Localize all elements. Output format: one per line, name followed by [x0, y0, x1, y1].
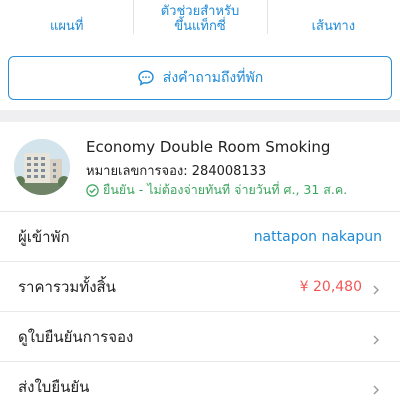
- room-name: Economy Double Room Smoking: [86, 138, 331, 156]
- total-price-value: ¥ 20,480: [299, 278, 362, 295]
- map-action-label: แผนที่: [49, 19, 84, 34]
- section-divider: [0, 110, 400, 122]
- top-actions-bar: แผนที่ ตัวช่วยสำหรับ ขึ้นแท็กซี่ เส้นทาง: [0, 0, 400, 44]
- booking-number: หมายเลขการจอง: 284008133: [86, 164, 267, 179]
- view-confirmation-row[interactable]: ดูใบยืนยันการจอง: [0, 312, 400, 362]
- chevron-right-icon: [370, 281, 382, 294]
- confirmation-status: ยืนยัน - ไม่ต้องจ่ายทันที จ่ายวันที่ ศ.,…: [86, 180, 347, 200]
- guest-name[interactable]: nattapon nakapun: [254, 229, 382, 245]
- confirmation-text: ยืนยัน - ไม่ต้องจ่ายทันที จ่ายวันที่ ศ.,…: [103, 182, 348, 197]
- send-confirmation-label: ส่งใบยืนยัน: [18, 377, 90, 396]
- ask-property-button[interactable]: ส่งคำถามถึงที่พัก: [8, 56, 392, 100]
- check-circle-icon: [86, 183, 99, 197]
- map-action[interactable]: แผนที่: [0, 0, 133, 44]
- total-price-row[interactable]: ราคารวมทั้งสิ้น ¥ 20,480: [0, 262, 400, 312]
- chevron-right-icon: [370, 381, 382, 394]
- directions-action[interactable]: เส้นทาง: [266, 0, 400, 44]
- taxi-helper-label-line-1: ตัวช่วยสำหรับ: [160, 4, 240, 19]
- ask-property-wrapper: ส่งคำถามถึงที่พัก: [8, 56, 392, 100]
- directions-action-label: เส้นทาง: [311, 19, 356, 34]
- hotel-photo: [14, 139, 70, 195]
- taxi-helper-action[interactable]: ตัวช่วยสำหรับ ขึ้นแท็กซี่: [133, 0, 266, 44]
- chevron-right-icon: [370, 331, 382, 344]
- total-price-label: ราคารวมทั้งสิ้น: [18, 277, 116, 296]
- guest-row[interactable]: ผู้เข้าพัก nattapon nakapun: [0, 212, 400, 262]
- taxi-helper-label-line-2: ขึ้นแท็กซี่: [174, 19, 226, 34]
- guest-label: ผู้เข้าพัก: [18, 227, 70, 246]
- view-confirmation-label: ดูใบยืนยันการจอง: [18, 327, 134, 346]
- chat-bubble-icon: [137, 69, 155, 87]
- send-confirmation-row[interactable]: ส่งใบยืนยัน: [0, 362, 400, 400]
- ask-property-label: ส่งคำถามถึงที่พัก: [162, 70, 264, 86]
- booking-summary: Economy Double Room Smoking หมายเลขการจอ…: [0, 122, 400, 212]
